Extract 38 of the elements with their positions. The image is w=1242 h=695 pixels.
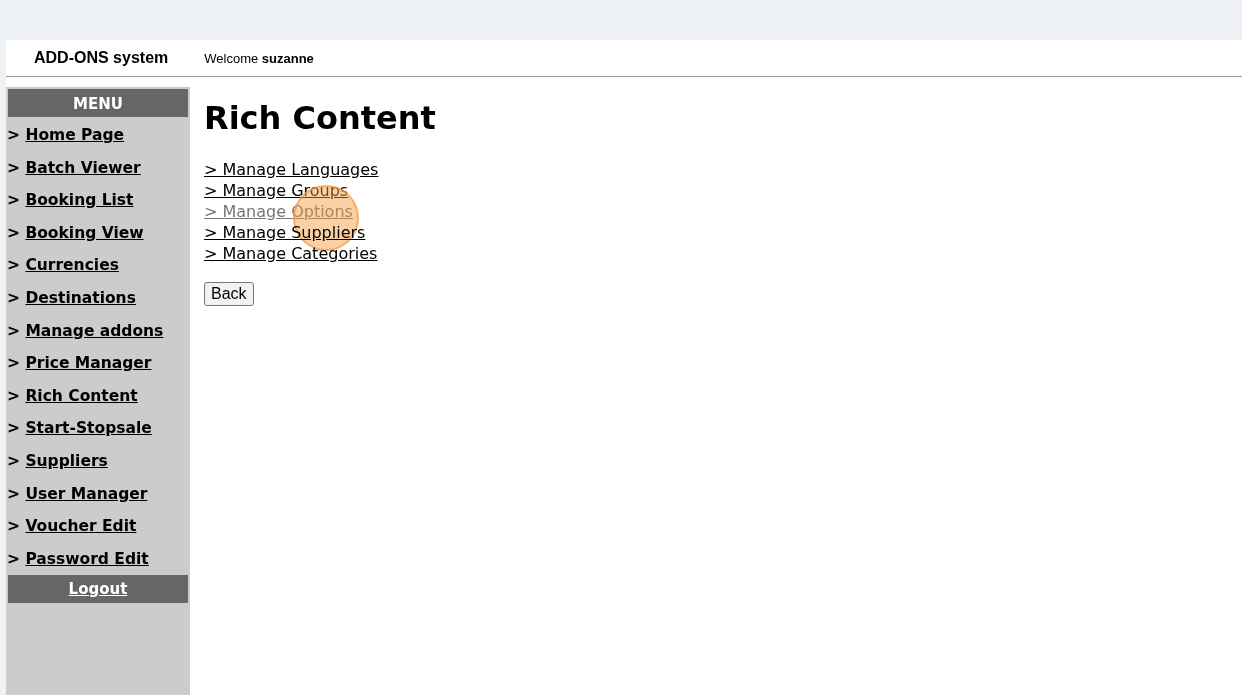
- menu-marker: >: [7, 386, 20, 405]
- menu-marker: >: [7, 288, 20, 307]
- menu-marker: >: [7, 419, 20, 438]
- menu-marker: >: [7, 126, 20, 144]
- menu-link[interactable]: Booking View: [25, 223, 144, 242]
- menu-marker: >: [7, 191, 20, 210]
- menu-link[interactable]: Currencies: [25, 256, 119, 275]
- content-link[interactable]: > Manage Suppliers: [204, 223, 366, 242]
- menu-link[interactable]: Suppliers: [25, 451, 108, 470]
- menu-link[interactable]: Home Page: [25, 126, 125, 144]
- back-button[interactable]: Back: [204, 282, 254, 306]
- menu-link[interactable]: Booking List: [25, 191, 134, 210]
- menu-link[interactable]: User Manager: [25, 484, 148, 503]
- page-title: Rich Content: [204, 99, 436, 137]
- menu-link[interactable]: Batch Viewer: [25, 158, 141, 177]
- content-link[interactable]: > Manage Categories: [204, 244, 378, 263]
- menu-marker: >: [7, 517, 20, 536]
- menu-marker: >: [7, 256, 20, 275]
- menu-marker: >: [7, 158, 20, 177]
- content-link[interactable]: > Manage Languages: [204, 160, 379, 179]
- menu-title: MENU: [8, 89, 188, 117]
- welcome-text: Welcome suzanne: [204, 50, 314, 66]
- menu-link[interactable]: Password Edit: [25, 549, 149, 568]
- menu-link[interactable]: Voucher Edit: [25, 517, 137, 536]
- menu-marker: >: [7, 451, 20, 470]
- menu-link[interactable]: Start-Stopsale: [25, 419, 152, 438]
- menu-marker: >: [7, 321, 20, 340]
- menu-link[interactable]: Destinations: [25, 288, 136, 307]
- logout-link[interactable]: Logout: [68, 580, 128, 599]
- menu-marker: >: [7, 484, 20, 503]
- app-title: ADD-ONS system: [34, 49, 169, 67]
- content-link[interactable]: > Manage Groups: [204, 181, 349, 200]
- menu-marker: >: [7, 354, 20, 373]
- menu-marker: >: [7, 223, 20, 242]
- menu-marker: >: [7, 549, 20, 568]
- menu-link[interactable]: Price Manager: [25, 354, 152, 373]
- menu-link[interactable]: Rich Content: [25, 386, 138, 405]
- menu-link[interactable]: Manage addons: [25, 321, 164, 340]
